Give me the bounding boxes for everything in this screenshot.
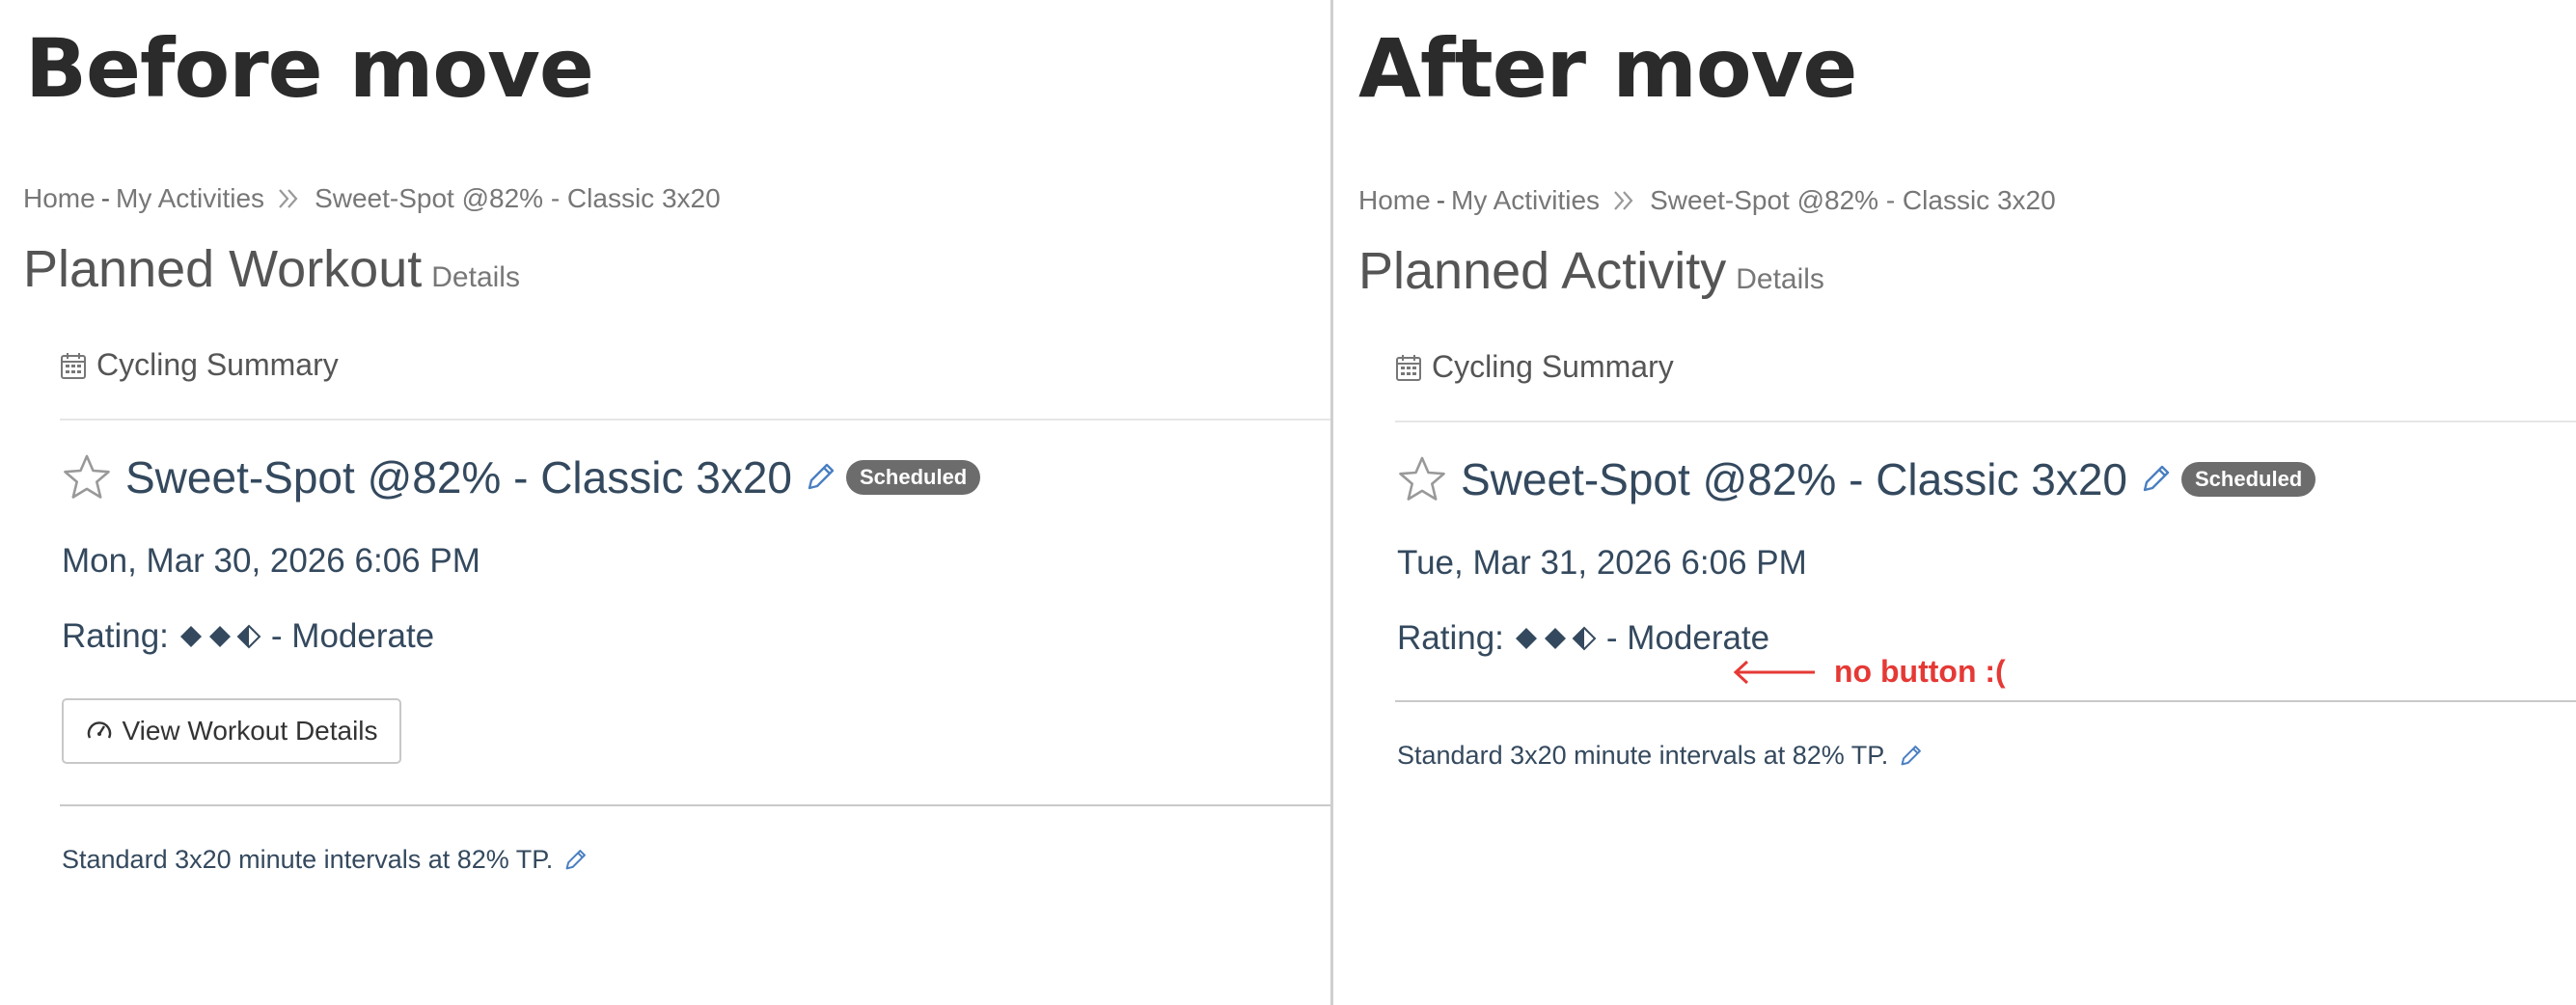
diamond-filled-icon xyxy=(1515,628,1537,649)
page-title-text: Planned Activity xyxy=(1358,242,1727,300)
section-divider xyxy=(60,419,1331,421)
section-label: Cycling Summary xyxy=(96,347,339,382)
section-header: Cycling Summary xyxy=(1395,349,1674,385)
breadcrumb-activities-link[interactable]: My Activities xyxy=(1451,185,1600,216)
rating-suffix: - Moderate xyxy=(1605,619,1770,657)
star-outline-icon[interactable] xyxy=(62,453,112,502)
workout-date: Mon, Mar 30, 2026 6:06 PM xyxy=(62,542,480,580)
calendar-icon xyxy=(1396,354,1421,381)
annotation-text: no button :( xyxy=(1834,654,2006,689)
status-badge: Scheduled xyxy=(846,460,981,495)
page-subtitle: Details xyxy=(431,261,520,293)
workout-date: Tue, Mar 31, 2026 6:06 PM xyxy=(1397,544,1807,582)
description-divider xyxy=(1395,700,2576,702)
page-title-text: Planned Workout xyxy=(23,240,423,298)
button-label: View Workout Details xyxy=(122,716,378,746)
description-text: Standard 3x20 minute intervals at 82% TP… xyxy=(1397,741,1889,770)
diamond-filled-icon xyxy=(208,626,231,647)
diamond-filled-icon xyxy=(179,626,202,647)
workout-title: Sweet-Spot @82% - Classic 3x20 Scheduled xyxy=(1397,453,2316,505)
diamond-half-icon xyxy=(1572,626,1597,651)
breadcrumb-activities-link[interactable]: My Activities xyxy=(116,183,264,214)
workout-name: Sweet-Spot @82% - Classic 3x20 xyxy=(125,452,792,502)
panel-heading: Before move xyxy=(25,21,594,116)
section-label: Cycling Summary xyxy=(1432,349,1674,384)
diamond-filled-icon xyxy=(1544,628,1566,649)
left-arrow-icon xyxy=(1733,660,1815,684)
breadcrumb: Home - My Activities Sweet-Spot @82% - C… xyxy=(23,183,721,214)
page-title: Planned Activity Details xyxy=(1358,241,1824,301)
view-workout-details-button[interactable]: View Workout Details xyxy=(62,698,401,764)
pencil-icon[interactable] xyxy=(804,461,836,494)
workout-title: Sweet-Spot @82% - Classic 3x20 Scheduled xyxy=(62,451,981,503)
rating-diamonds xyxy=(1514,626,1597,651)
pencil-icon[interactable] xyxy=(2139,463,2172,496)
rating-prefix: Rating: xyxy=(62,617,169,655)
description-divider xyxy=(60,804,1331,806)
rating: Rating: - Moderate xyxy=(62,617,434,656)
pencil-icon[interactable] xyxy=(1898,744,1923,769)
section-divider xyxy=(1395,421,2576,422)
panel-heading: After move xyxy=(1358,21,1857,116)
breadcrumb-separator: - xyxy=(1436,185,1446,215)
workout-name: Sweet-Spot @82% - Classic 3x20 xyxy=(1461,454,2127,504)
rating-prefix: Rating: xyxy=(1397,619,1504,657)
double-chevron-right-icon xyxy=(1613,190,1636,211)
diamond-half-icon xyxy=(236,624,261,649)
pencil-icon[interactable] xyxy=(562,848,588,873)
page-subtitle: Details xyxy=(1736,263,1824,295)
breadcrumb-separator: - xyxy=(100,183,111,213)
breadcrumb-home-link[interactable]: Home xyxy=(23,183,96,214)
breadcrumb: Home - My Activities Sweet-Spot @82% - C… xyxy=(1358,185,2056,216)
calendar-icon xyxy=(61,352,86,379)
gauge-icon xyxy=(88,721,112,739)
star-outline-icon[interactable] xyxy=(1397,455,1447,503)
description-text: Standard 3x20 minute intervals at 82% TP… xyxy=(62,845,554,874)
rating-suffix: - Moderate xyxy=(270,617,435,655)
workout-description: Standard 3x20 minute intervals at 82% TP… xyxy=(1397,741,1923,771)
annotation: no button :( xyxy=(1732,654,2006,690)
after-panel: After move Home - My Activities Sweet-Sp… xyxy=(1333,0,2576,1005)
breadcrumb-home-link[interactable]: Home xyxy=(1358,185,1431,216)
before-panel: Before move Home - My Activities Sweet-S… xyxy=(0,0,1331,1005)
rating-diamonds xyxy=(178,624,261,649)
page-title: Planned Workout Details xyxy=(23,239,520,299)
section-header: Cycling Summary xyxy=(60,347,339,383)
breadcrumb-current: Sweet-Spot @82% - Classic 3x20 xyxy=(1650,185,2056,215)
status-badge: Scheduled xyxy=(2181,462,2316,497)
workout-description: Standard 3x20 minute intervals at 82% TP… xyxy=(62,845,588,875)
breadcrumb-current: Sweet-Spot @82% - Classic 3x20 xyxy=(315,183,721,213)
rating: Rating: - Moderate xyxy=(1397,619,1769,658)
double-chevron-right-icon xyxy=(278,188,301,209)
